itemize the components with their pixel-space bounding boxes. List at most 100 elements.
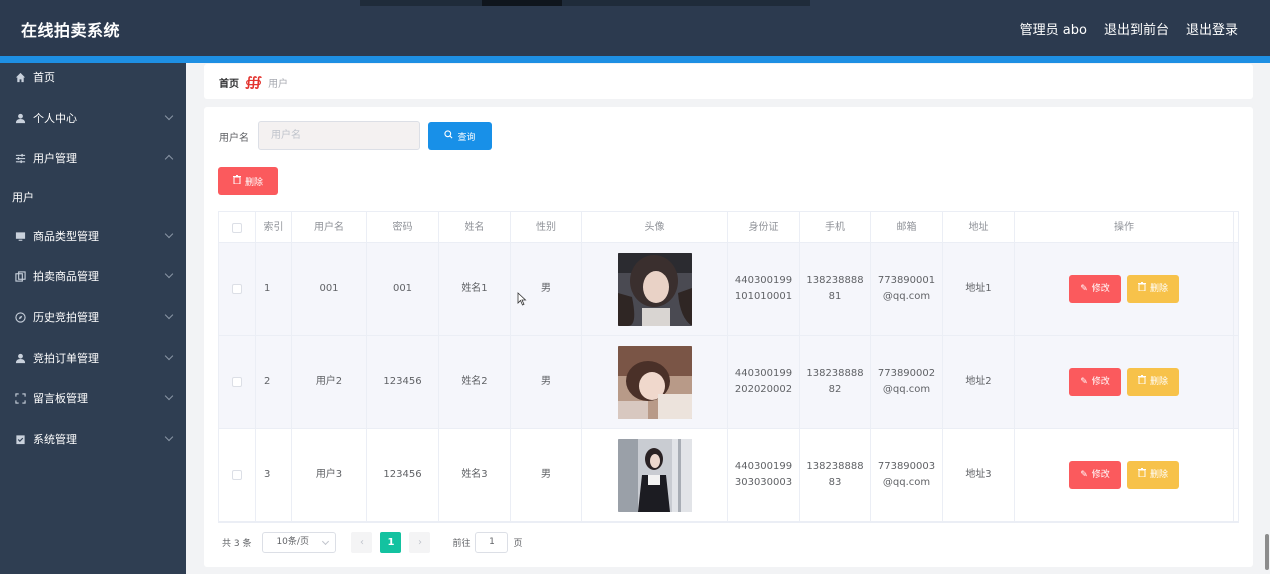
phone-line-2: 82 [828, 384, 842, 395]
window-strip [360, 0, 810, 6]
front-link[interactable]: 退出到前台 [1104, 19, 1169, 38]
sidebar-item-home[interactable]: 首页 [0, 63, 186, 91]
cell-avatar [582, 336, 728, 428]
page-size-value: 10条/页 [276, 536, 309, 547]
user-icon [14, 352, 26, 364]
search-button[interactable]: 查询 [428, 122, 492, 150]
goto-page-input[interactable]: 1 [475, 531, 509, 553]
sidebar-item-product-type[interactable]: 商品类型管理 [0, 222, 186, 250]
header-accent-bar [0, 56, 1270, 63]
sidebar-item-user-management[interactable]: 用户管理 [0, 144, 186, 172]
cell-email: 773890001 @qq.com [871, 243, 943, 335]
cell-username: 用户3 [292, 429, 367, 521]
chevron-up-icon [164, 154, 174, 164]
breadcrumb-current: 用户 [268, 79, 289, 90]
breadcrumb-home[interactable]: 首页 [219, 75, 239, 90]
sidebar-item-user[interactable]: 用户 [0, 183, 186, 211]
compass-icon [14, 311, 26, 323]
select-all-checkbox[interactable] [219, 212, 256, 243]
trash-icon [1137, 281, 1146, 297]
edit-button-label: 修改 [1091, 284, 1110, 294]
goto-label: 前往 [452, 538, 471, 549]
row-checkbox[interactable] [219, 243, 256, 335]
delete-button[interactable]: 删除 [1127, 461, 1179, 489]
next-page-button[interactable]: › [409, 531, 431, 553]
phone-line-1: 138238888 [806, 368, 864, 379]
page-size-select[interactable]: 10条/页 [262, 531, 337, 553]
prev-page-button[interactable]: ‹ [351, 531, 373, 553]
cell-phone: 138238888 82 [800, 336, 871, 428]
cell-email: 773890002 @qq.com [871, 336, 943, 428]
page-suffix: 页 [513, 538, 523, 549]
app-title: 在线拍卖系统 [21, 21, 121, 40]
cell-gender: 男 [511, 336, 582, 428]
sidebar-item-personal-center[interactable]: 个人中心 [0, 104, 186, 132]
sidebar: 首页 个人中心 用户管理 用户 商品类型管理 拍卖商品管理 历史竞拍管理 竞拍订… [0, 63, 186, 574]
id-card-line-1: 440300199 [734, 275, 793, 286]
id-card-line-2: 202020002 [734, 384, 793, 395]
cell-address: 地址1 [943, 243, 1015, 335]
table-row: 2 用户2 123456 姓名2 男 440300199 202020002 1… [219, 336, 1238, 429]
cell-address: 地址2 [943, 336, 1015, 428]
col-header-gender: 性别 [511, 212, 582, 243]
cell-avatar [582, 429, 728, 521]
edit-icon: ✎ [1080, 377, 1088, 387]
cell-avatar [582, 243, 728, 335]
table-header: 索引 用户名 密码 姓名 性别 头像 身份证 手机 邮箱 地址 操作 [219, 212, 1238, 243]
id-card-line-1: 440300199 [734, 461, 793, 472]
bulk-delete-button[interactable]: 删除 [218, 167, 278, 195]
col-header-actions: 操作 [1015, 212, 1234, 243]
row-checkbox[interactable] [219, 336, 256, 428]
search-button-label: 查询 [457, 132, 476, 143]
sidebar-item-message-board[interactable]: 留言板管理 [0, 384, 186, 412]
page-number-current[interactable]: 1 [380, 531, 402, 553]
sidebar-item-label: 用户 [12, 191, 34, 204]
window-strip-dark [482, 0, 562, 6]
chevron-down-icon [164, 391, 174, 401]
cell-id-card: 440300199 101010001 [728, 243, 800, 335]
edit-button[interactable]: ✎ 修改 [1069, 368, 1121, 396]
email-line-1: 773890003 [877, 461, 936, 472]
table-row: 3 用户3 123456 姓名3 男 440300199 303030003 1… [219, 429, 1238, 522]
table-row: 1 001 001 姓名1 男 440300199 101010001 1382… [219, 243, 1238, 336]
cell-index: 2 [256, 336, 292, 428]
cell-password: 001 [367, 243, 439, 335]
breadcrumb: 首页 ∰ 用户 [219, 75, 288, 90]
cell-address: 地址3 [943, 429, 1015, 521]
sidebar-item-label: 系统管理 [33, 433, 77, 446]
delete-button-label: 删除 [1149, 377, 1168, 387]
logout-link[interactable]: 退出登录 [1186, 19, 1238, 38]
delete-button-label: 删除 [1149, 470, 1168, 480]
sidebar-item-auction-goods[interactable]: 拍卖商品管理 [0, 262, 186, 290]
phone-line-1: 138238888 [806, 461, 864, 472]
cell-id-card: 440300199 303030003 [728, 429, 800, 521]
delete-button[interactable]: 删除 [1127, 275, 1179, 303]
sidebar-item-bid-orders[interactable]: 竞拍订单管理 [0, 344, 186, 372]
search-input[interactable] [258, 121, 420, 150]
edit-icon: ✎ [1080, 284, 1088, 294]
admin-label: 管理员 abo [1019, 23, 1087, 38]
edit-button[interactable]: ✎ 修改 [1069, 461, 1121, 489]
col-header-address: 地址 [943, 212, 1015, 243]
sidebar-item-label: 竞拍订单管理 [33, 352, 99, 365]
home-icon [14, 71, 26, 83]
avatar [617, 345, 692, 419]
search-label: 用户名 [219, 133, 249, 144]
breadcrumb-separator-icon: ∰ [245, 75, 263, 90]
bulk-delete-label: 删除 [244, 177, 263, 188]
edit-button[interactable]: ✎ 修改 [1069, 275, 1121, 303]
edit-button-label: 修改 [1091, 377, 1110, 387]
cell-phone: 138238888 83 [800, 429, 871, 521]
user-icon [14, 112, 26, 124]
sidebar-item-bid-history[interactable]: 历史竞拍管理 [0, 303, 186, 331]
sidebar-item-system[interactable]: 系统管理 [0, 425, 186, 453]
col-header-email: 邮箱 [871, 212, 943, 243]
copy-icon [14, 270, 26, 282]
delete-button[interactable]: 删除 [1127, 368, 1179, 396]
chevron-down-icon [322, 537, 330, 545]
scrollbar-thumb[interactable] [1265, 534, 1269, 570]
search-icon [444, 130, 453, 142]
row-checkbox[interactable] [219, 429, 256, 521]
pagination: 共 3 条 10条/页 ‹ 1 › 前往 1 页 [222, 531, 522, 553]
id-card-line-2: 101010001 [734, 291, 793, 302]
